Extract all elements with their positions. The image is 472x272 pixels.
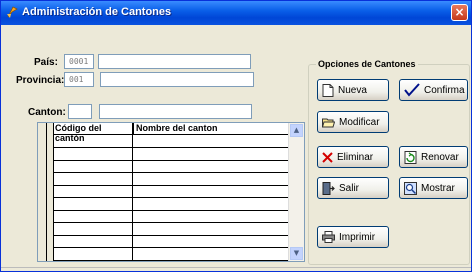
column-divider	[132, 123, 133, 261]
close-button[interactable]: ×	[451, 4, 468, 21]
checkmark-icon	[404, 83, 420, 97]
table-row[interactable]	[53, 259, 289, 261]
mostrar-label: Mostrar	[421, 182, 455, 194]
cantones-grid[interactable]: Código del cantón Nombre del canton ▲ ▼	[37, 122, 305, 262]
confirma-label: Confirma	[424, 84, 465, 96]
row-header	[38, 123, 54, 261]
scroll-up-arrow-icon[interactable]: ▲	[290, 124, 303, 137]
renovar-button[interactable]: Renovar	[399, 146, 468, 168]
column-header-codigo[interactable]: Código del cantón	[53, 123, 133, 143]
table-row[interactable]	[53, 197, 289, 198]
imprimir-label: Imprimir	[339, 231, 376, 243]
new-document-icon	[322, 83, 334, 97]
table-row[interactable]	[53, 247, 289, 248]
table-row[interactable]	[53, 222, 289, 223]
salir-button[interactable]: Salir	[317, 177, 389, 199]
provincia-code-field[interactable]: 001	[64, 72, 94, 87]
title-bar[interactable]: Administración de Cantones ×	[1, 1, 471, 25]
canton-label: Canton:	[28, 107, 66, 118]
table-row[interactable]	[53, 209, 289, 211]
vertical-scrollbar[interactable]: ▲ ▼	[288, 123, 304, 261]
renovar-label: Renovar	[421, 151, 459, 163]
column-header-nombre[interactable]: Nombre del canton	[133, 123, 290, 135]
eliminar-label: Eliminar	[337, 151, 374, 163]
mostrar-button[interactable]: Mostrar	[399, 177, 468, 199]
nueva-button[interactable]: Nueva	[317, 79, 389, 101]
provincia-name-field[interactable]	[100, 72, 254, 87]
printer-icon	[322, 231, 335, 243]
pais-name-field[interactable]	[98, 54, 251, 69]
canton-code-field[interactable]	[68, 104, 92, 119]
eliminar-button[interactable]: Eliminar	[317, 146, 389, 168]
main-window: Administración de Cantones × País: 0001 …	[0, 0, 472, 272]
folder-open-icon	[322, 118, 335, 127]
exit-door-icon	[322, 181, 335, 195]
modificar-label: Modificar	[339, 116, 380, 128]
nueva-label: Nueva	[338, 84, 367, 96]
scroll-down-arrow-icon[interactable]: ▼	[290, 247, 303, 260]
status-divider	[1, 267, 471, 268]
confirma-button[interactable]: Confirma	[399, 79, 468, 101]
salir-label: Salir	[339, 182, 360, 194]
modificar-button[interactable]: Modificar	[317, 111, 389, 133]
imprimir-button[interactable]: Imprimir	[317, 226, 389, 248]
canton-name-field[interactable]	[99, 104, 252, 119]
pais-code-field[interactable]: 0001	[64, 54, 94, 69]
table-row[interactable]	[53, 159, 289, 161]
provincia-label: Provincia:	[16, 75, 65, 86]
table-row[interactable]	[53, 172, 289, 173]
options-title: Opciones de Cantones	[316, 59, 418, 69]
table-row[interactable]	[53, 184, 289, 186]
delete-x-icon	[322, 151, 333, 163]
table-row[interactable]	[53, 234, 289, 236]
window-title: Administración de Cantones	[22, 6, 172, 18]
refresh-document-icon	[404, 150, 417, 164]
pais-label: País:	[34, 57, 58, 68]
magnifier-icon	[404, 181, 417, 195]
table-row[interactable]	[53, 147, 289, 148]
app-icon	[7, 6, 18, 18]
